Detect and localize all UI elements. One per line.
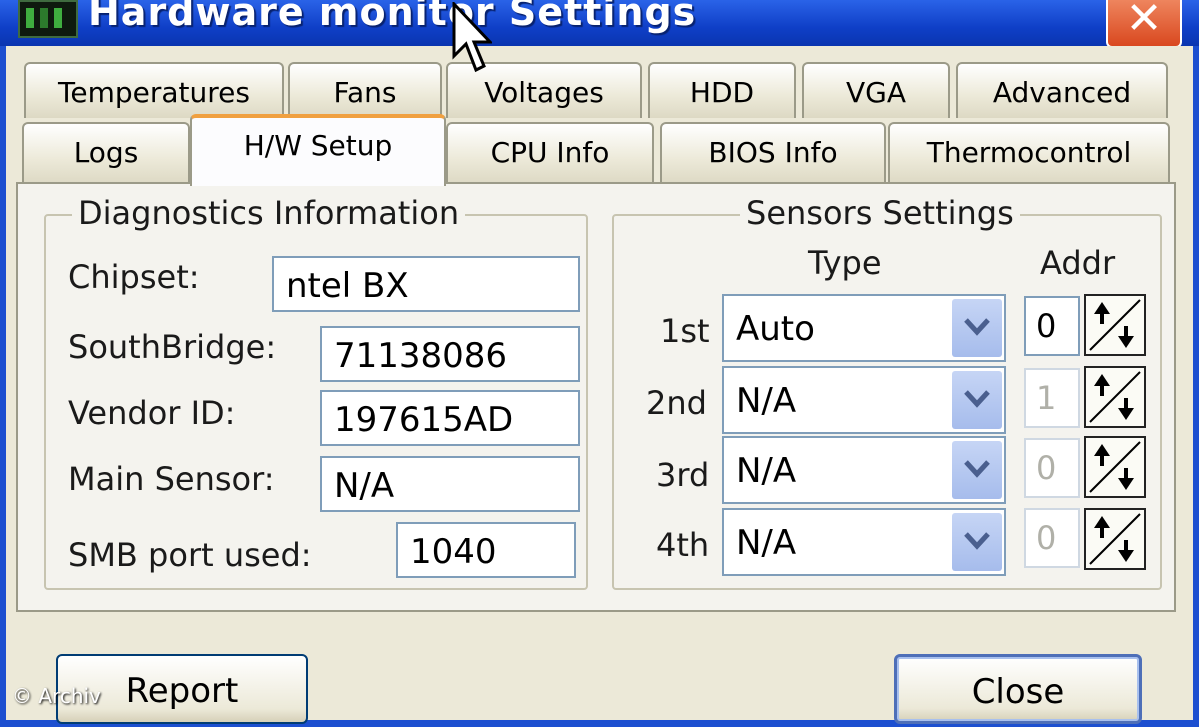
chevron-down-icon[interactable] <box>952 371 1002 429</box>
main-sensor-field[interactable]: N/A <box>320 456 580 512</box>
sensor-2-type-select[interactable]: N/A <box>722 366 1006 434</box>
vendor-id-field[interactable]: 197615AD <box>320 390 580 446</box>
sensor-1-type-value: Auto <box>736 309 815 349</box>
up-down-arrows-icon[interactable] <box>1084 366 1146 428</box>
tab-logs[interactable]: Logs <box>22 122 190 184</box>
tab-temperatures[interactable]: Temperatures <box>24 62 284 118</box>
diagnostics-group: Diagnostics Information Chipset: ntel BX… <box>44 194 588 590</box>
sensor-1-type-select[interactable]: Auto <box>722 294 1006 362</box>
sensor-2-type-value: N/A <box>736 381 797 421</box>
sensor-3-type-select[interactable]: N/A <box>722 436 1006 504</box>
chevron-down-icon[interactable] <box>952 299 1002 357</box>
sensor-4-type-value: N/A <box>736 523 797 563</box>
chevron-down-icon[interactable] <box>952 513 1002 571</box>
sensors-group: Sensors Settings Type Addr 1st Auto 0 2n… <box>612 194 1162 590</box>
close-button[interactable]: Close <box>894 654 1142 724</box>
tab-panel: Diagnostics Information Chipset: ntel BX… <box>16 182 1176 612</box>
up-down-arrows-icon[interactable] <box>1084 294 1146 356</box>
sensor-row-1-label: 1st <box>660 312 710 350</box>
southbridge-label: SouthBridge: <box>68 328 277 366</box>
sensor-2-addr-field[interactable]: 1 <box>1024 368 1080 428</box>
sensor-3-type-value: N/A <box>736 451 797 491</box>
up-down-arrows-icon[interactable] <box>1084 436 1146 498</box>
diagnostics-title: Diagnostics Information <box>72 194 466 232</box>
close-window-button[interactable]: ✕ <box>1106 0 1182 48</box>
chevron-down-icon[interactable] <box>952 441 1002 499</box>
chipset-label: Chipset: <box>68 258 200 296</box>
southbridge-field[interactable]: 71138086 <box>320 326 580 382</box>
title-bar: Hardware monitor Settings ✕ <box>0 0 1199 48</box>
chipset-field[interactable]: ntel BX <box>272 256 580 312</box>
sensor-row-3-label: 3rd <box>656 456 710 494</box>
app-icon <box>18 0 78 38</box>
main-sensor-label: Main Sensor: <box>68 460 275 498</box>
smb-port-field[interactable]: 1040 <box>396 522 576 578</box>
sensor-row-2-label: 2nd <box>646 384 707 422</box>
sensors-title: Sensors Settings <box>740 194 1020 232</box>
sensor-3-addr-field[interactable]: 0 <box>1024 438 1080 498</box>
window-title: Hardware monitor Settings <box>88 0 697 34</box>
tab-thermocontrol[interactable]: Thermocontrol <box>888 122 1170 184</box>
tab-fans[interactable]: Fans <box>288 62 442 118</box>
tab-hdd[interactable]: HDD <box>648 62 796 118</box>
sensor-4-type-select[interactable]: N/A <box>722 508 1006 576</box>
sensor-1-addr-field[interactable]: 0 <box>1024 296 1080 356</box>
mouse-pointer-icon <box>452 2 492 73</box>
tab-vga[interactable]: VGA <box>802 62 950 118</box>
tab-hw-setup[interactable]: H/W Setup <box>190 114 446 186</box>
addr-header: Addr <box>1040 244 1116 282</box>
smb-port-label: SMB port used: <box>68 536 312 574</box>
dialog-body: Temperatures Fans Voltages HDD VGA Advan… <box>6 46 1193 724</box>
copyright-watermark: © Archiv <box>12 684 101 708</box>
tab-cpu-info[interactable]: CPU Info <box>446 122 654 184</box>
tab-bios-info[interactable]: BIOS Info <box>660 122 886 184</box>
tab-advanced[interactable]: Advanced <box>956 62 1168 118</box>
type-header: Type <box>808 244 882 282</box>
up-down-arrows-icon[interactable] <box>1084 508 1146 570</box>
vendor-id-label: Vendor ID: <box>68 394 236 432</box>
sensor-row-4-label: 4th <box>656 526 710 564</box>
sensor-4-addr-field[interactable]: 0 <box>1024 508 1080 568</box>
